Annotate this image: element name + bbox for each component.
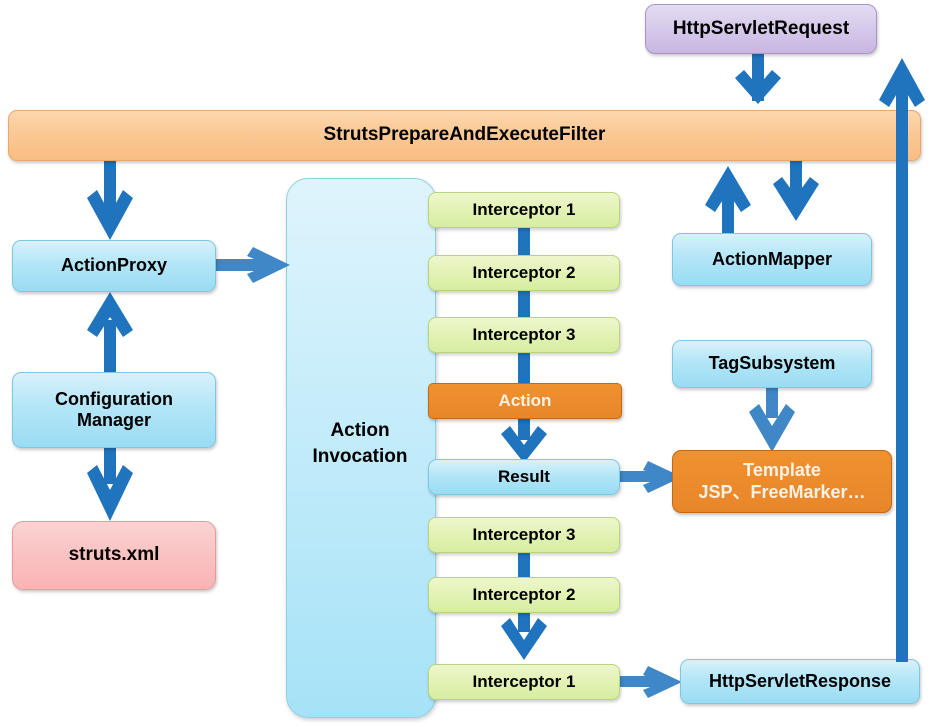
arrow-layer-top	[879, 58, 925, 662]
arrow-response-to-client	[879, 58, 925, 662]
diagram-canvas: HttpServletRequest StrutsPrepareAndExecu…	[0, 0, 941, 727]
